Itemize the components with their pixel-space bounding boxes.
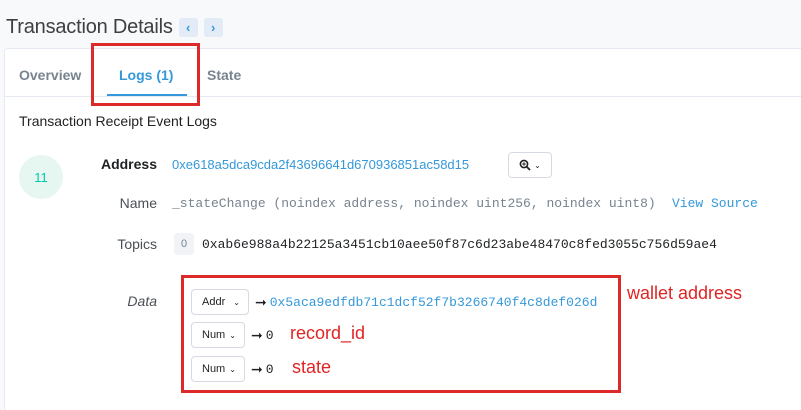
topic-index-badge: 0 [174,233,194,255]
log-index-badge: 11 [19,155,63,199]
tab-overview[interactable]: Overview [19,67,81,83]
data-type-select[interactable]: Addr ⌄ [191,289,249,315]
arrow-right-icon: ➞ [251,326,263,343]
arrow-right-icon: ➞ [251,360,263,377]
name-label: Name [119,195,157,211]
chevron-left-icon: ‹ [185,19,191,35]
data-type-select[interactable]: Num ⌄ [191,356,245,382]
data-value: 0 [265,327,274,343]
logs-tab-highlight-box [91,43,200,106]
data-type-label: Num [202,363,226,375]
magnifier-icon [519,159,531,171]
address-filter-button[interactable]: ⌄ [508,152,552,178]
next-transaction-button[interactable]: › [203,17,223,37]
tab-state[interactable]: State [207,67,241,83]
chevron-down-icon: ⌄ [534,160,541,170]
address-label: Address [100,156,157,172]
data-type-label: Num [202,329,226,341]
data-value-link[interactable]: 0x5aca9edfdb71c1dcf52f7b3266740f4c8def02… [270,295,598,310]
arrow-right-icon: ➞ [255,293,267,310]
page-header: Transaction Details ‹ › [6,12,223,42]
section-title: Transaction Receipt Event Logs [19,113,217,129]
topic-value: 0xab6e988a4b22125a3451cb10aee50f87c6d23a… [202,237,717,252]
data-type-label: Addr [202,296,226,308]
chevron-down-icon: ⌄ [229,364,236,374]
page-title: Transaction Details [6,15,173,38]
data-label: Data [127,293,157,309]
chevron-down-icon: ⌄ [233,297,240,307]
data-row: Num ⌄ ➞ 0 [191,322,274,348]
annotation-record-id: record_id [290,323,366,343]
annotation-wallet-address: wallet address [627,283,743,303]
chevron-right-icon: › [210,19,216,35]
chevron-down-icon: ⌄ [229,330,236,340]
data-row: Num ⌄ ➞ 0 [191,356,274,382]
prev-transaction-button[interactable]: ‹ [178,17,198,37]
data-value: 0 [265,361,274,377]
event-signature: _stateChange (noindex address, noindex u… [172,196,656,211]
contract-address-link[interactable]: 0xe618a5dca9cda2f43696641d670936851ac58d… [172,157,469,172]
view-source-link[interactable]: View Source [672,196,758,211]
data-row: Addr ⌄ ➞ 0x5aca9edfdb71c1dcf52f7b3266740… [191,289,597,315]
annotation-state: state [292,357,332,377]
data-type-select[interactable]: Num ⌄ [191,322,245,348]
topics-label: Topics [117,236,157,252]
